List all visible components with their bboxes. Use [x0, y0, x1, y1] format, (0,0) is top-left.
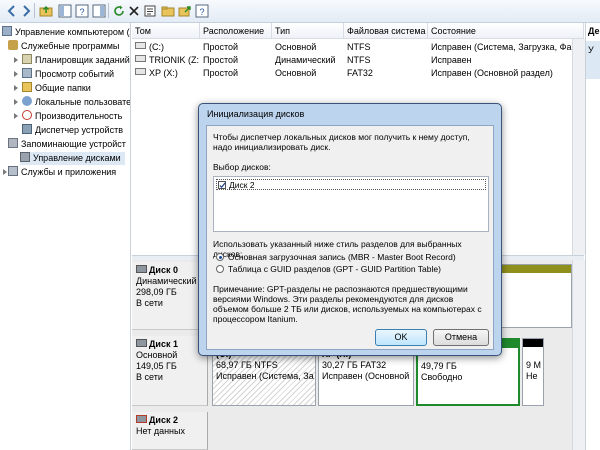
- disk-2-checkbox[interactable]: [218, 181, 226, 189]
- services-icon: [8, 166, 18, 176]
- disk-select-list[interactable]: Диск 2: [213, 176, 489, 232]
- console-tree: Управление компьютером (л Служебные прог…: [0, 23, 131, 450]
- cancel-button[interactable]: Отмена: [433, 329, 489, 346]
- mbr-option-label[interactable]: Основная загрузочная запись (MBR - Maste…: [228, 252, 488, 262]
- tree-item-services-apps[interactable]: Службы и приложения: [8, 166, 116, 179]
- tree-item-performance[interactable]: Производительность: [22, 110, 122, 123]
- select-disks-label: Выбор дисков:: [213, 162, 271, 172]
- disk-map-scrollbar[interactable]: [572, 260, 585, 450]
- expand-arrow-icon[interactable]: [14, 71, 18, 77]
- tree-item-storage[interactable]: Запоминающие устройст: [8, 138, 126, 151]
- dialog-title: Инициализация дисков: [207, 109, 305, 119]
- tree-item-task-scheduler[interactable]: Планировщик заданий: [22, 54, 130, 67]
- volume-row[interactable]: (C:) Простой Основной NTFS Исправен (Сис…: [132, 41, 584, 54]
- tree-item-disk-management[interactable]: Управление дисками: [20, 152, 125, 165]
- toolbar-separator: [108, 3, 109, 18]
- disk-1-label[interactable]: Диск 1 Основной 149,05 ГБ В сети: [132, 336, 208, 406]
- svg-text:?: ?: [199, 7, 204, 17]
- expand-arrow-icon[interactable]: [14, 57, 18, 63]
- device-manager-icon: [22, 124, 32, 134]
- event-viewer-icon: [22, 68, 32, 78]
- properties-icon[interactable]: [142, 3, 158, 19]
- tree-item-system-tools[interactable]: Служебные программы: [8, 40, 119, 53]
- tree-item-computer-management[interactable]: Управление компьютером (л: [2, 26, 130, 39]
- toolbar: ? ?: [0, 0, 600, 23]
- volume-row[interactable]: TRIONIK (Z:) Простой Динамический NTFS И…: [132, 54, 584, 67]
- volume-row[interactable]: XP (X:) Простой Основной FAT32 Исправен …: [132, 67, 584, 80]
- tree-item-event-viewer[interactable]: Просмотр событий: [22, 68, 114, 81]
- folder-icon: [22, 82, 32, 92]
- storage-icon: [8, 138, 18, 148]
- volume-list-scrollbar[interactable]: [572, 39, 585, 255]
- expand-arrow-icon[interactable]: [14, 113, 18, 119]
- tree-item-device-manager[interactable]: Диспетчер устройств: [22, 124, 123, 137]
- ok-button[interactable]: OK: [375, 329, 427, 346]
- help-pane-icon[interactable]: ?: [74, 3, 90, 19]
- expand-arrow-icon[interactable]: [14, 85, 18, 91]
- initialize-disk-dialog: Инициализация дисков Чтобы диспетчер лок…: [198, 103, 502, 356]
- mbr-radio[interactable]: [216, 253, 224, 261]
- up-folder-icon[interactable]: [38, 3, 54, 19]
- console-tree-icon[interactable]: [57, 3, 73, 19]
- column-header-layout[interactable]: Расположение: [200, 23, 272, 39]
- disk-0-label[interactable]: Диск 0 Динамический 298,09 ГБ В сети: [132, 262, 208, 330]
- tools-icon: [8, 40, 18, 50]
- volume-icon: [135, 68, 146, 75]
- clock-icon: [22, 54, 32, 64]
- tree-item-shared-folders[interactable]: Общие папки: [22, 82, 91, 95]
- users-icon: [22, 96, 32, 106]
- unallocated-bar: [523, 339, 543, 347]
- performance-icon: [22, 110, 32, 120]
- column-header-status[interactable]: Состояние: [428, 23, 584, 39]
- dialog-intro-text: Чтобы диспетчер локальных дисков мог пол…: [213, 132, 470, 152]
- actions-header: Де: [588, 26, 600, 36]
- dialog-body: Чтобы диспетчер локальных дисков мог пол…: [206, 125, 494, 350]
- column-header-volume[interactable]: Том: [132, 23, 200, 39]
- export-icon[interactable]: [177, 3, 193, 19]
- open-icon[interactable]: [160, 3, 176, 19]
- gpt-option-label[interactable]: Таблица с GUID разделов (GPT - GUID Part…: [228, 264, 488, 274]
- partition-unallocated[interactable]: 9 М Не: [522, 338, 544, 406]
- disk-icon: [136, 265, 147, 273]
- volume-icon: [135, 55, 146, 62]
- checkmark-icon: [219, 182, 226, 189]
- delete-icon[interactable]: [126, 3, 142, 19]
- actions-pane: Де У: [585, 23, 600, 450]
- svg-text:?: ?: [79, 7, 84, 17]
- dialog-note: Примечание: GPT-разделы не распознаются …: [213, 284, 482, 324]
- disk-icon: [136, 339, 147, 347]
- disk-warning-icon: [136, 415, 147, 423]
- disk-list-item[interactable]: Диск 2: [216, 179, 486, 190]
- disk-2-label[interactable]: Диск 2 Нет данных: [132, 412, 208, 450]
- column-header-filesystem[interactable]: Файловая система: [344, 23, 428, 39]
- actions-item[interactable]: У: [586, 41, 600, 79]
- show-hide-icon[interactable]: [91, 3, 107, 19]
- column-header-type[interactable]: Тип: [272, 23, 344, 39]
- expand-arrow-icon[interactable]: [3, 169, 7, 175]
- gpt-radio[interactable]: [216, 265, 224, 273]
- disk-2-item-label: Диск 2: [229, 180, 255, 190]
- forward-icon[interactable]: [18, 3, 34, 19]
- toolbar-separator: [34, 3, 35, 18]
- refresh-icon[interactable]: [111, 3, 127, 19]
- computer-management-icon: [2, 26, 12, 36]
- tree-item-local-users[interactable]: Локальные пользовате: [22, 96, 130, 109]
- expand-arrow-icon[interactable]: [14, 99, 18, 105]
- disk-management-icon: [20, 152, 30, 162]
- volume-icon: [135, 42, 146, 49]
- help-icon[interactable]: ?: [194, 3, 210, 19]
